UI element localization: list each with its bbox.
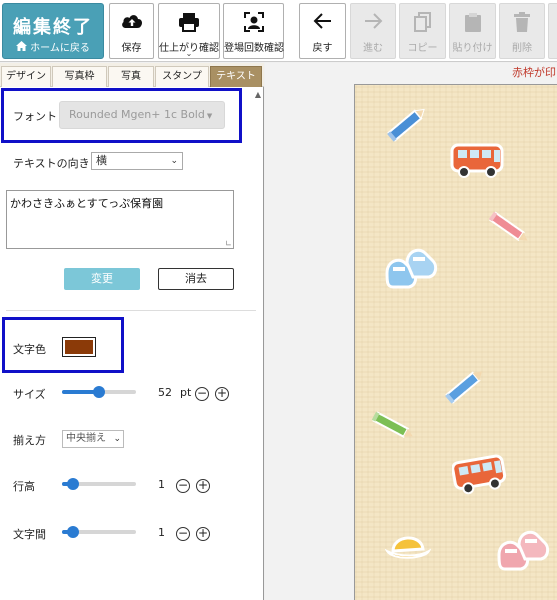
size-unit: pt [180,386,192,399]
undo-button[interactable]: 戻す [299,3,346,59]
tab-text[interactable]: テキスト [210,66,262,87]
pencil-sticker[interactable] [385,103,431,146]
shoes-sticker[interactable] [383,243,443,300]
text-input[interactable]: かわさきふぁとすてっぷ保育園 ∟ [6,190,234,249]
line-height-decrease-button[interactable]: − [176,479,190,493]
copy-label: コピー [407,43,438,54]
text-direction-value: 横 [96,154,107,167]
home-icon [16,40,28,54]
arrow-right-icon [363,12,383,34]
panel-tabs: デザイン 写真枠 写真 スタンプ テキスト [0,63,264,87]
line-height-value: 1 [158,478,165,491]
clipboard-icon [464,12,482,34]
text-color-picker[interactable] [62,337,96,357]
letter-spacing-label: 文字間 [13,528,46,541]
end-editing-button[interactable]: 編集終了 ホームに戻る [2,3,104,59]
pencil-sticker[interactable] [369,407,419,450]
appearance-count-label: 登場回数確認 [224,43,284,54]
end-editing-label: 編集終了 [13,17,93,38]
size-increase-button[interactable]: + [215,387,229,401]
scroll-up-icon[interactable]: ▲ [253,90,263,100]
tab-design[interactable]: デザイン [1,66,51,87]
printer-icon [178,12,200,34]
toolbar: 編集終了 ホームに戻る 保存 仕上がり確認 ⌄ 登場回数確認 戻す 進む コピー… [0,0,557,62]
divider [6,310,256,311]
arrow-left-icon [313,12,333,34]
copy-icon [413,12,432,34]
bus-sticker[interactable] [451,453,508,498]
letter-spacing-increase-button[interactable]: + [196,527,210,541]
text-direction-select[interactable]: 横 ⌄ [91,152,183,170]
hat-sticker[interactable] [384,527,432,568]
tab-stamp[interactable]: スタンプ [155,66,209,87]
chevron-down-icon[interactable]: ⌄ [159,50,219,58]
preview-button[interactable]: 仕上がり確認 ⌄ [158,3,220,59]
align-value: 中央揃え [66,433,106,444]
more-button[interactable] [548,3,557,59]
back-to-home-label: ホームに戻る [30,43,90,54]
size-slider[interactable] [62,383,136,399]
tab-photo-frame[interactable]: 写真枠 [52,66,107,87]
size-label: サイズ [13,388,46,401]
font-label: フォント [13,110,57,123]
slider-thumb[interactable] [67,478,80,490]
design-sheet[interactable] [354,84,557,600]
caret-down-icon: ▼ [206,112,213,120]
line-height-label: 行高 [13,480,35,493]
clear-button[interactable]: 消去 [158,268,234,290]
letter-spacing-slider[interactable] [62,523,136,539]
line-height-slider[interactable] [62,475,136,491]
person-frame-icon [243,12,264,34]
pencil-sticker[interactable] [443,363,489,410]
bus-sticker[interactable] [450,141,506,184]
line-height-increase-button[interactable]: + [196,479,210,493]
save-button[interactable]: 保存 [109,3,154,59]
appearance-count-button[interactable]: 登場回数確認 [223,3,284,59]
paste-label: 貼り付け [452,43,493,54]
delete-label: 削除 [512,43,532,54]
slider-thumb[interactable] [67,526,80,538]
text-direction-label: テキストの向き [13,157,90,170]
undo-label: 戻す [312,43,333,54]
print-area-notice: 赤枠が印 [512,66,556,79]
text-color-label: 文字色 [13,343,46,356]
delete-button[interactable]: 削除 [499,3,545,59]
text-settings-panel: デザイン 写真枠 写真 スタンプ テキスト ▲ フォント Rounded Mge… [0,63,264,600]
chevron-down-icon: ⌄ [170,156,178,166]
align-label: 揃え方 [13,434,46,447]
paste-button[interactable]: 貼り付け [449,3,496,59]
resize-grip-icon[interactable]: ∟ [225,239,232,248]
cloud-upload-icon [121,12,143,34]
change-button[interactable]: 変更 [64,268,140,290]
letter-spacing-value: 1 [158,526,165,539]
size-decrease-button[interactable]: − [195,387,209,401]
font-select[interactable]: Rounded Mgen+ 1c Bold ▼ [59,101,225,129]
redo-label: 進む [363,43,383,54]
font-select-value: Rounded Mgen+ 1c Bold [69,108,205,121]
slider-thumb[interactable] [93,386,105,398]
letter-spacing-decrease-button[interactable]: − [176,527,190,541]
text-input-value: かわさきふぁとすてっぷ保育園 [10,197,164,210]
chevron-down-icon: ⌄ [113,431,121,447]
text-color-fill [65,340,93,354]
save-label: 保存 [121,43,142,54]
canvas-area: 赤枠が印 [265,63,557,600]
pencil-sticker[interactable] [485,209,535,252]
size-value: 52 [158,386,172,399]
copy-button[interactable]: コピー [399,3,446,59]
align-select[interactable]: 中央揃え ⌄ [62,430,124,448]
redo-button[interactable]: 進む [350,3,396,59]
shoes-sticker[interactable] [495,525,557,584]
tab-photo[interactable]: 写真 [108,66,154,87]
trash-icon [513,12,531,34]
